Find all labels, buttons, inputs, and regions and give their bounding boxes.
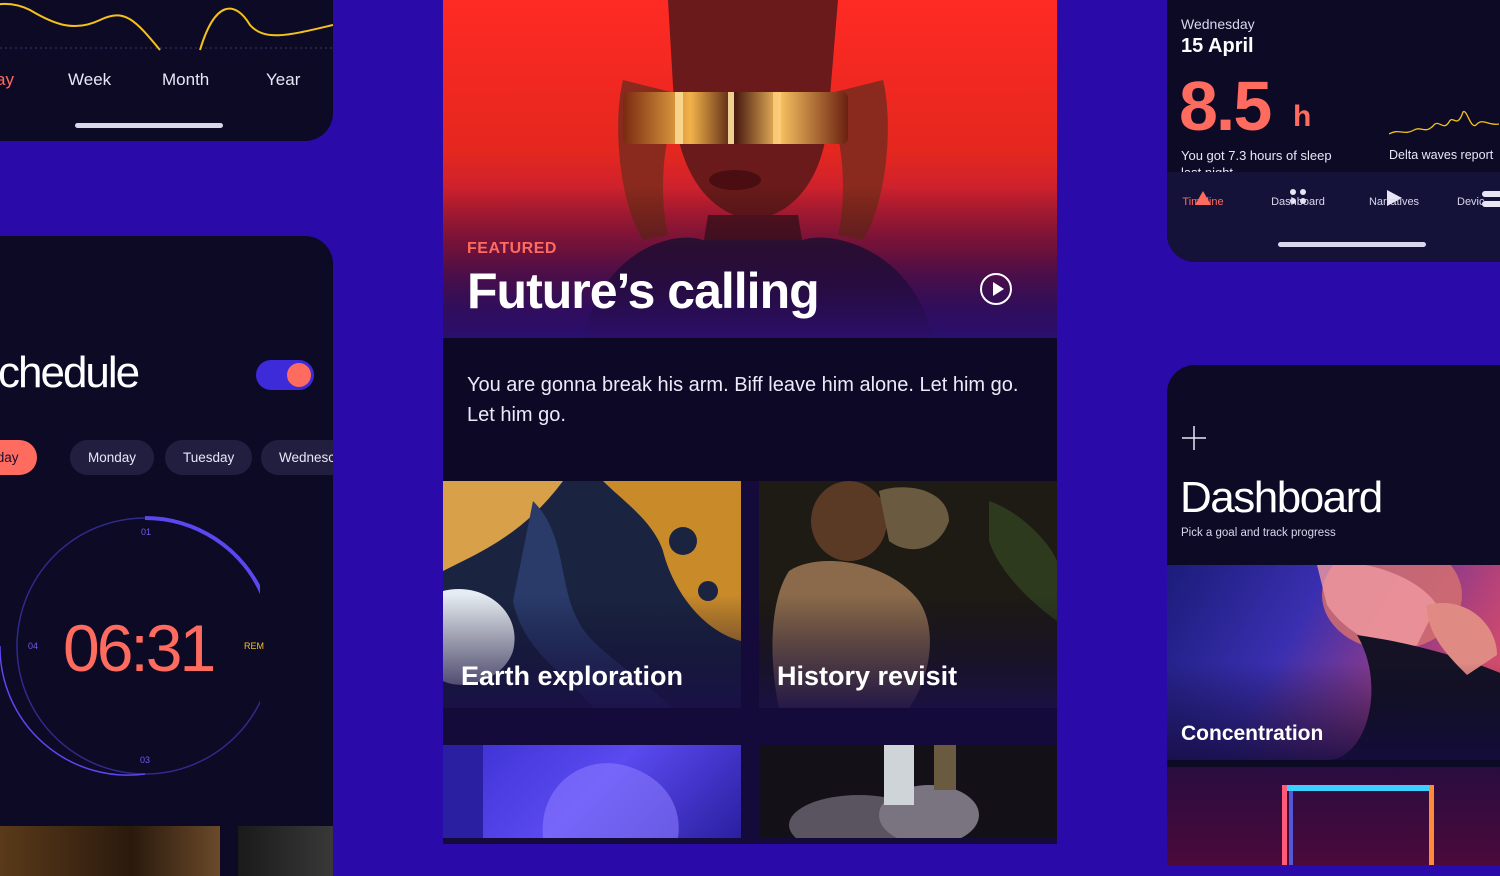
home-indicator (75, 123, 223, 128)
thumbnail-image[interactable] (238, 826, 333, 876)
tab-week[interactable]: Week (68, 70, 111, 90)
tile-label: History revisit (777, 661, 958, 691)
sleep-note-continued: last night (1181, 165, 1233, 172)
dial-label-left: 04 (28, 641, 39, 651)
tile-history-revisit[interactable]: History revisit (759, 481, 1057, 708)
nav-item-timeline[interactable]: Timeline (1167, 196, 1243, 208)
page-title: chedule (0, 348, 140, 397)
hero-title: Future’s calling (467, 263, 820, 319)
tab-month[interactable]: Month (162, 70, 209, 90)
tile-label: Concentration (1181, 722, 1324, 745)
schedule-panel: chedule eryday Monday Tuesday Wednesc 01… (0, 236, 333, 876)
play-button[interactable] (980, 273, 1012, 305)
toggle-knob (287, 363, 311, 387)
tab-year[interactable]: Year (266, 70, 300, 90)
activity-wave (0, 2, 333, 51)
period-panel: ay Week Month Year (0, 0, 333, 141)
day-chip-monday[interactable]: Monday (70, 440, 155, 475)
nav-item-dashboard[interactable]: Dashboard (1258, 196, 1338, 208)
dashboard-panel: Dashboard Pick a goal and track progress… (1167, 365, 1500, 865)
sleep-unit: h (1293, 100, 1312, 133)
sleep-note: You got 7.3 hours of sleep (1181, 148, 1332, 163)
thumbnail-image[interactable] (0, 826, 220, 876)
feature-panel: FEATURED Future’s calling You are gonna … (443, 0, 1057, 844)
neon-artwork (1282, 785, 1434, 865)
statue-artwork (443, 745, 679, 838)
tile-neon[interactable] (1167, 767, 1500, 865)
page-subtitle: Pick a goal and track progress (1181, 527, 1336, 539)
plus-icon[interactable] (1181, 425, 1207, 451)
dial-label-top: 01 (141, 527, 152, 537)
tile-statue[interactable] (443, 745, 741, 838)
schedule-time: 06:31 (63, 611, 216, 685)
tile-earth-exploration[interactable]: Earth exploration (443, 481, 741, 708)
tile-label: Earth exploration (461, 661, 684, 691)
sleep-panel: Wednesday 15 April 8.5 h You got 7.3 hou… (1167, 0, 1500, 262)
schedule-toggle[interactable] (256, 360, 314, 390)
page-title: Dashboard (1180, 473, 1383, 522)
quote-text: You are gonna break his arm. Biff leave … (467, 374, 1019, 426)
day-chip-everyday[interactable]: eryday (0, 440, 37, 475)
sleep-hours: 8.5 (1179, 67, 1272, 145)
nav-item-devices[interactable]: Devic (1457, 196, 1500, 208)
delta-waves-link[interactable]: Delta waves report (1389, 148, 1493, 162)
hero-image[interactable]: FEATURED Future’s calling (443, 0, 1057, 338)
bottom-nav (1167, 172, 1500, 262)
home-indicator (1278, 242, 1426, 247)
day-chip-wednesday[interactable]: Wednesc (261, 440, 333, 475)
quote-section: You are gonna break his arm. Biff leave … (443, 338, 1057, 481)
delta-wave-chart[interactable] (1389, 108, 1499, 138)
day-chip-tuesday[interactable]: Tuesday (165, 440, 253, 475)
tile-rocket[interactable] (759, 745, 1057, 838)
rocket-artwork (789, 745, 979, 838)
dial-label-bottom: 03 (140, 755, 151, 765)
date: 15 April (1181, 35, 1254, 57)
tab-day[interactable]: ay (0, 70, 14, 90)
featured-eyebrow: FEATURED (467, 240, 557, 257)
dial-label-rem: REM (244, 641, 264, 651)
nav-item-narratives[interactable]: Narratives (1354, 196, 1434, 208)
day-of-week: Wednesday (1181, 16, 1255, 32)
